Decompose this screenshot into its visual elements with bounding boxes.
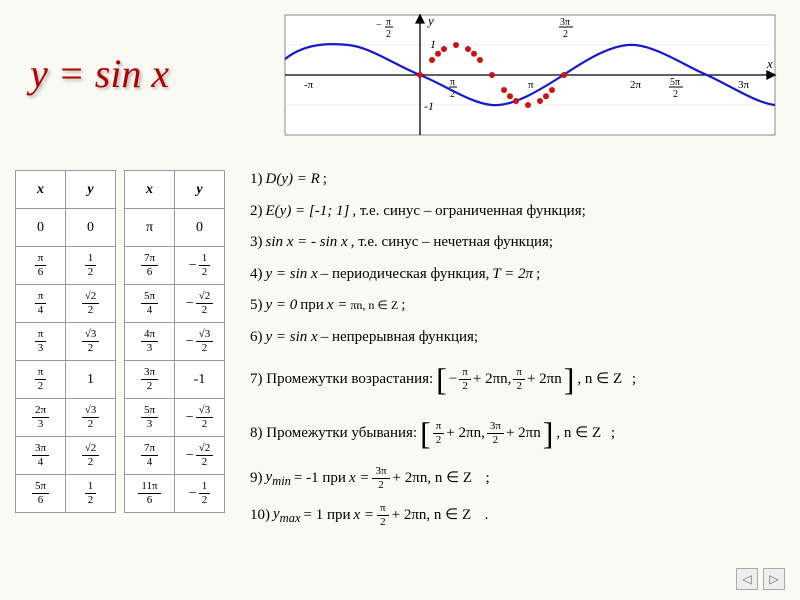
table-row: π612 — [16, 247, 116, 285]
prop-1: 1) D(y) = R; — [250, 170, 780, 190]
col-y: y — [66, 171, 116, 209]
svg-text:2: 2 — [386, 29, 391, 40]
col-x: x — [125, 171, 175, 209]
svg-text:-π: -π — [304, 79, 314, 91]
svg-text:π: π — [450, 77, 455, 88]
table-row: 7π4−√22 — [125, 437, 225, 475]
svg-text:3π: 3π — [560, 17, 570, 28]
table-row: 5π612 — [16, 475, 116, 513]
svg-text:−: − — [376, 20, 382, 31]
prop-9: 9) ymin = -1 при x = 3π2 + 2πn, n ∈ Z ; — [250, 466, 780, 491]
svg-text:1: 1 — [430, 37, 436, 51]
prev-button[interactable]: ◁ — [736, 568, 758, 590]
table-left: xy 00π612π4√22π3√32π212π3√323π4√225π612 — [15, 170, 116, 513]
col-x: x — [16, 171, 66, 209]
table-row: 5π3−√32 — [125, 399, 225, 437]
prop-2: 2) E(y) = [-1; 1], т.е. синус – ограниче… — [250, 202, 780, 222]
x-axis-label: x — [766, 56, 773, 71]
table-row: π0 — [125, 209, 225, 247]
table-row: π3√32 — [16, 323, 116, 361]
svg-text:2π: 2π — [630, 79, 642, 91]
table-row: 4π3−√32 — [125, 323, 225, 361]
prop-6: 6) y = sin x – непрерывная функция; — [250, 328, 780, 348]
table-row: 5π4−√22 — [125, 285, 225, 323]
svg-text:-1: -1 — [424, 99, 434, 113]
prop-4: 4) y = sin x – периодическая функция, T … — [250, 265, 780, 285]
table-row: 7π6−12 — [125, 247, 225, 285]
slide-nav: ◁ ▷ — [736, 568, 785, 590]
svg-text:5π: 5π — [670, 77, 680, 88]
next-button[interactable]: ▷ — [763, 568, 785, 590]
prop-3: 3) sin x = - sin x, т.е. синус – нечетна… — [250, 233, 780, 253]
value-tables: xy 00π612π4√22π3√32π212π3√323π4√225π612 … — [15, 170, 225, 513]
table-row: 00 — [16, 209, 116, 247]
page-title: y = sin x — [30, 50, 169, 97]
table-row: π4√22 — [16, 285, 116, 323]
svg-text:π: π — [386, 17, 391, 28]
svg-text:2: 2 — [563, 29, 568, 40]
col-y: y — [175, 171, 225, 209]
table-row: 2π3√32 — [16, 399, 116, 437]
prop-7: 7) Промежутки возрастания: [ −π2 + 2πn, … — [250, 359, 780, 401]
table-row: π21 — [16, 361, 116, 399]
svg-text:π: π — [528, 79, 534, 91]
prop-8: 8) Промежутки убывания: [ π2 + 2πn, 3π2 … — [250, 413, 780, 455]
prop-10: 10) ymax = 1 при x = π2 + 2πn, n ∈ Z . — [250, 503, 780, 528]
table-right: xy π07π6−125π4−√224π3−√323π2-15π3−√327π4… — [124, 170, 225, 513]
svg-text:2: 2 — [673, 89, 678, 100]
properties-list: 1) D(y) = R; 2) E(y) = [-1; 1], т.е. син… — [250, 170, 780, 540]
table-row: 3π2-1 — [125, 361, 225, 399]
svg-text:3π: 3π — [738, 79, 750, 91]
prop-5: 5) y = 0 при x = πn, n ∈ Z; — [250, 296, 780, 316]
sine-chart: y x 1 -1 -π −π2 π2 π 3π2 2π 5π2 3π — [280, 10, 780, 140]
y-axis-label: y — [426, 13, 434, 28]
table-row: 3π4√22 — [16, 437, 116, 475]
table-row: 11π6−12 — [125, 475, 225, 513]
